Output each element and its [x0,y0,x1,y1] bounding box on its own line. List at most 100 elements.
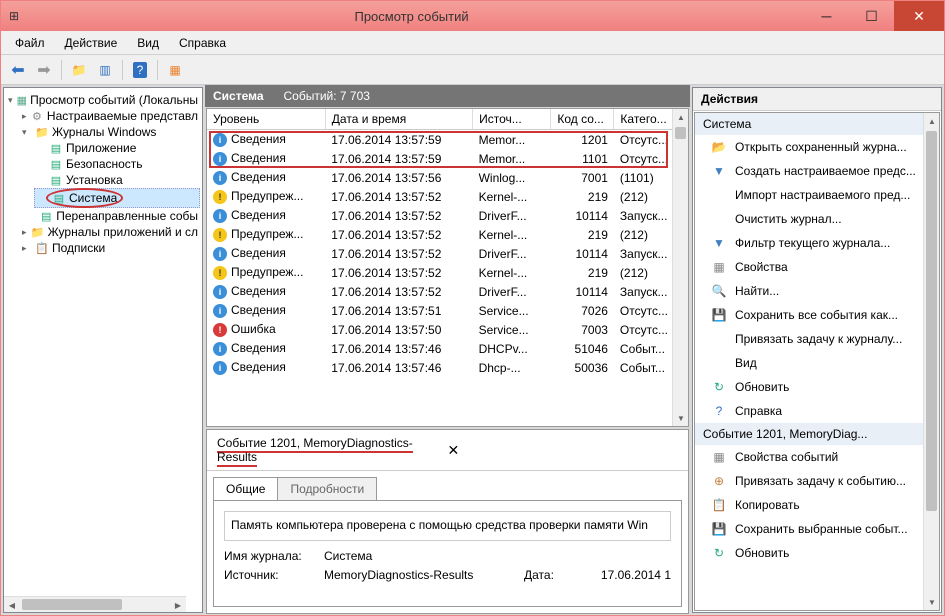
action-item[interactable]: ▼Фильтр текущего журнала... [695,231,939,255]
actions-scrollbar[interactable]: ▲ ▼ [923,113,939,610]
sys-icon: ⊞ [9,9,19,23]
event-row[interactable]: !Ошибка17.06.2014 13:57:50Service...7003… [207,320,688,339]
minimize-button[interactable]: ─ [804,1,849,31]
action-item[interactable]: 📋Копировать▶ [695,493,939,517]
list-count: Событий: 7 703 [284,89,370,103]
event-row[interactable]: iСведения17.06.2014 13:57:52DriverF...10… [207,206,688,225]
detail-close-button[interactable]: ✕ [448,442,679,459]
action-item[interactable]: ▼Создать настраиваемое предс... [695,159,939,183]
action-item[interactable]: Очистить журнал... [695,207,939,231]
info-icon: i [213,304,227,318]
event-row[interactable]: iСведения17.06.2014 13:57:52DriverF...10… [207,244,688,263]
event-list[interactable]: УровеньДата и времяИсточ...Код со...Кате… [206,108,689,427]
tree-node-приложение[interactable]: ▤Приложение [34,140,200,156]
list-scrollbar[interactable]: ▲ ▼ [672,109,688,426]
action-icon: 💾 [711,521,727,537]
action-icon [711,211,727,227]
action-icon: ↻ [711,545,727,561]
warn-icon: ! [213,266,227,280]
source-label: Источник: [224,568,324,582]
event-row[interactable]: iСведения17.06.2014 13:57:46Dhcp-...5003… [207,358,688,377]
info-icon: i [213,361,227,375]
warn-icon: ! [213,190,227,204]
info-icon: i [213,171,227,185]
tree-node-система[interactable]: ▤Система [34,188,200,208]
tree-node-перенаправленные-собы[interactable]: ▤Перенаправленные собы [34,208,200,224]
preview-button[interactable]: ▦ [164,59,186,81]
titlebar: ⊞ Просмотр событий ─ ☐ ✕ [1,1,944,31]
log-value: Система [324,549,372,563]
err-icon: ! [213,323,227,337]
list-title: Система [213,89,264,103]
action-item[interactable]: ↻Обновить [695,375,939,399]
action-icon: 📂 [711,139,727,155]
action-icon: ? [711,403,727,419]
up-button[interactable]: 📁 [68,59,90,81]
date-value: 17.06.2014 1 [601,568,671,582]
action-item[interactable]: ▦Свойства [695,255,939,279]
column-header[interactable]: Дата и время [325,109,472,130]
event-row[interactable]: iСведения17.06.2014 13:57:59Memor...1101… [207,149,688,168]
action-item[interactable]: ?Справка▶ [695,399,939,423]
warn-icon: ! [213,228,227,242]
tree-panel: ▾▦Просмотр событий (Локальны▸⚙Настраивае… [3,87,203,613]
action-item[interactable]: ⊕Привязать задачу к событию... [695,469,939,493]
column-header[interactable]: Уровень [207,109,325,130]
info-icon: i [213,342,227,356]
event-row[interactable]: !Предупреж...17.06.2014 13:57:52Kernel-.… [207,263,688,282]
tree-root[interactable]: ▾▦Просмотр событий (Локальны [6,92,200,108]
tree-node-безопасность[interactable]: ▤Безопасность [34,156,200,172]
source-value: MemoryDiagnostics-Results [324,568,524,582]
event-row[interactable]: iСведения17.06.2014 13:57:59Memor...1201… [207,130,688,150]
menu-file[interactable]: Файл [7,34,53,52]
action-item[interactable]: ▦Свойства событий [695,445,939,469]
log-label: Имя журнала: [224,549,324,563]
action-icon [711,355,727,371]
info-icon: i [213,247,227,261]
action-icon: 💾 [711,307,727,323]
menu-view[interactable]: Вид [129,34,167,52]
action-icon [711,187,727,203]
column-header[interactable]: Источ... [473,109,551,130]
close-button[interactable]: ✕ [894,1,944,31]
help-button[interactable]: ? [129,59,151,81]
tree-node-настраиваемые-представл[interactable]: ▸⚙Настраиваемые представл [20,108,200,124]
detail-panel: Событие 1201, MemoryDiagnostics-Results … [206,429,689,614]
action-item[interactable]: Вид▶ [695,351,939,375]
tree-scrollbar-h[interactable]: ◀ ▶ [4,596,186,612]
action-icon: 🔍 [711,283,727,299]
tab-details[interactable]: Подробности [277,477,377,500]
list-header: Система Событий: 7 703 [205,85,690,107]
action-group-title[interactable]: Система▲ [695,113,939,135]
event-row[interactable]: iСведения17.06.2014 13:57:51Service...70… [207,301,688,320]
menu-action[interactable]: Действие [57,34,126,52]
info-icon: i [213,285,227,299]
action-item[interactable]: 💾Сохранить выбранные событ... [695,517,939,541]
event-row[interactable]: !Предупреж...17.06.2014 13:57:52Kernel-.… [207,187,688,206]
event-row[interactable]: iСведения17.06.2014 13:57:46DHCPv...5104… [207,339,688,358]
action-item[interactable]: 💾Сохранить все события как... [695,303,939,327]
detail-message: Память компьютера проверена с помощью ср… [224,511,671,541]
panel-button[interactable]: ▥ [94,59,116,81]
action-item[interactable]: ↻Обновить [695,541,939,565]
action-group-title[interactable]: Событие 1201, MemoryDiag...▲ [695,423,939,445]
event-row[interactable]: iСведения17.06.2014 13:57:52DriverF...10… [207,282,688,301]
event-row[interactable]: !Предупреж...17.06.2014 13:57:52Kernel-.… [207,225,688,244]
tree-node-журналы-windows[interactable]: ▾📁Журналы Windows [20,124,200,140]
action-item[interactable]: Импорт настраиваемого пред... [695,183,939,207]
back-button[interactable]: ⬅ [7,59,29,81]
column-header[interactable]: Код со... [551,109,614,130]
tab-general[interactable]: Общие [213,477,278,500]
event-row[interactable]: iСведения17.06.2014 13:57:56Winlog...700… [207,168,688,187]
forward-button[interactable]: ➡ [33,59,55,81]
action-item[interactable]: Привязать задачу к журналу... [695,327,939,351]
action-item[interactable]: 📂Открыть сохраненный журна... [695,135,939,159]
menu-help[interactable]: Справка [171,34,234,52]
info-icon: i [213,152,227,166]
maximize-button[interactable]: ☐ [849,1,894,31]
tree-node-установка[interactable]: ▤Установка [34,172,200,188]
tree-node-журналы-приложений-и-сл[interactable]: ▸📁Журналы приложений и сл [20,224,200,240]
action-icon: ▦ [711,449,727,465]
tree-node-подписки[interactable]: ▸📋Подписки [20,240,200,256]
action-item[interactable]: 🔍Найти... [695,279,939,303]
